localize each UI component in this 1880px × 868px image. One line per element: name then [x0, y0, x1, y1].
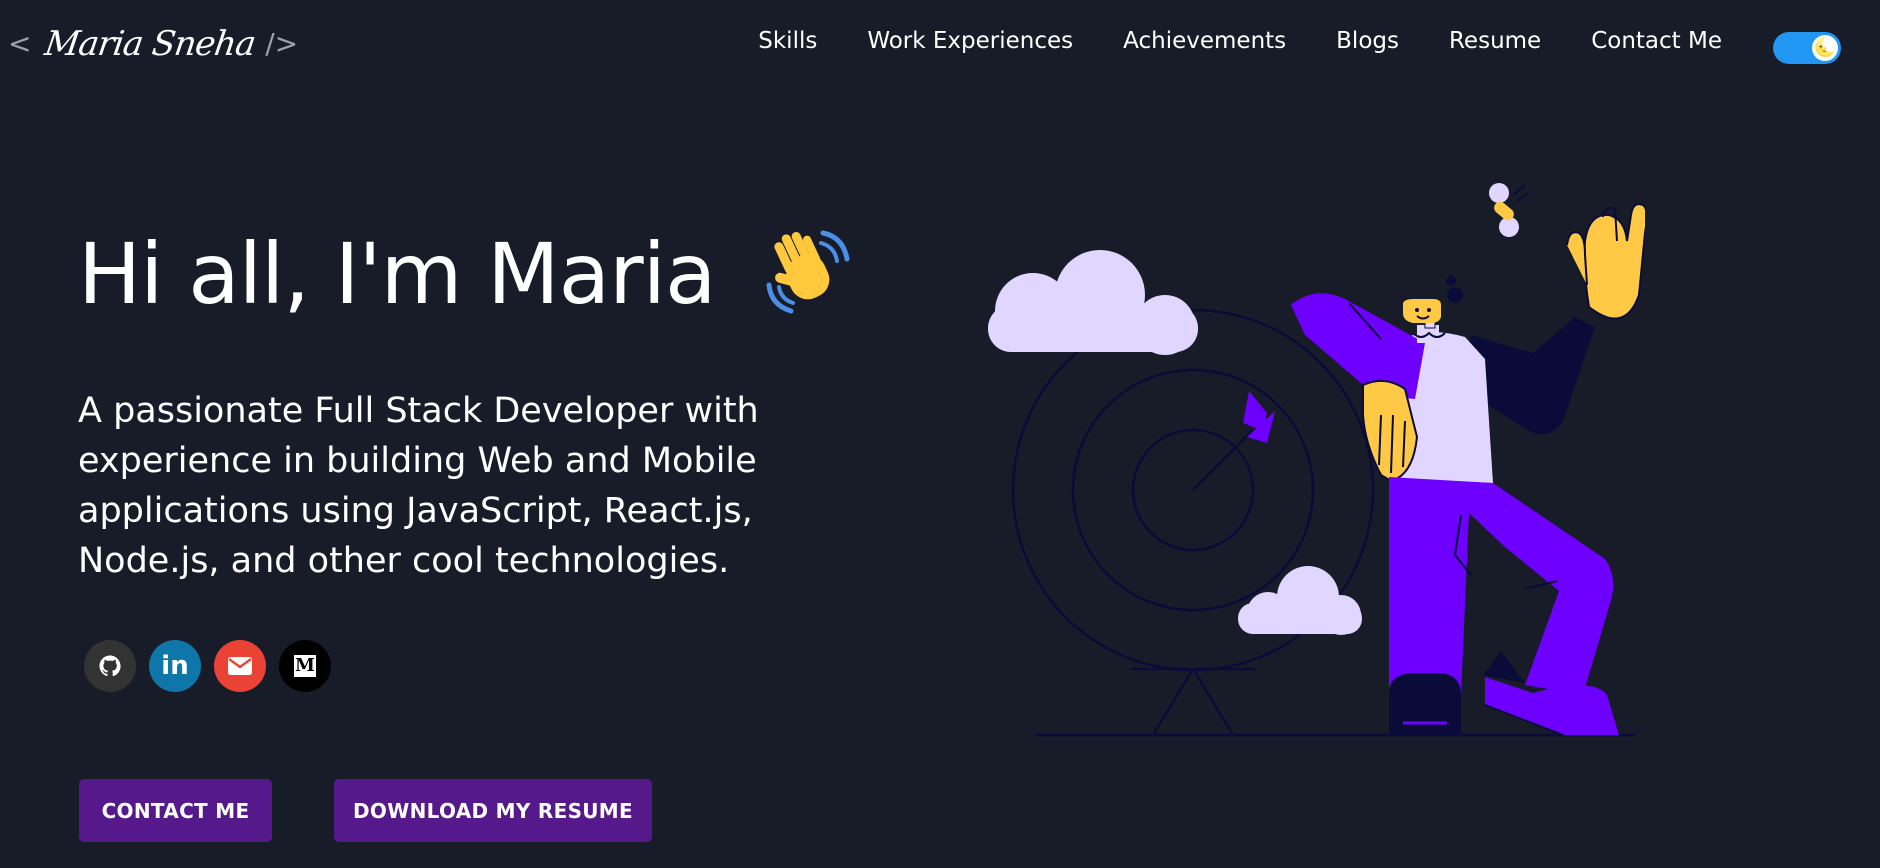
- developer-illustration: [988, 183, 1645, 737]
- nav-link-work-experiences[interactable]: Work Experiences: [867, 28, 1073, 54]
- nav-link-resume[interactable]: Resume: [1449, 28, 1541, 54]
- cloud-small-icon: [1238, 566, 1362, 635]
- hero-title: Hi all, I'm Maria: [78, 225, 853, 323]
- site-logo[interactable]: < Maria Sneha />: [8, 14, 298, 74]
- logo-open-bracket: <: [8, 27, 32, 60]
- nav-link-contact-me[interactable]: Contact Me: [1591, 28, 1722, 54]
- medium-icon: M: [294, 655, 316, 677]
- download-resume-button[interactable]: DOWNLOAD MY RESUME: [334, 779, 652, 842]
- waving-hand-icon: [766, 230, 850, 314]
- logo-signature: Maria Sneha: [42, 24, 259, 64]
- github-link[interactable]: [84, 640, 136, 692]
- hero-subtitle: A passionate Full Stack Developer with e…: [78, 391, 759, 581]
- mail-link[interactable]: [214, 640, 266, 692]
- nav-link-blogs[interactable]: Blogs: [1336, 28, 1399, 54]
- nav-link-achievements[interactable]: Achievements: [1123, 28, 1286, 54]
- medium-link[interactable]: M: [279, 640, 331, 692]
- site-header: < Maria Sneha /> Skills Work Experiences…: [0, 0, 1880, 92]
- contact-me-button[interactable]: CONTACT ME: [79, 779, 272, 842]
- logo-close-bracket: />: [265, 27, 299, 60]
- bee-icon: [1489, 183, 1530, 237]
- moon-icon: 🌜: [1812, 35, 1838, 61]
- theme-toggle[interactable]: 🌜: [1773, 32, 1841, 64]
- github-icon: [99, 655, 121, 677]
- social-links: in M: [84, 640, 344, 692]
- linkedin-icon: in: [161, 651, 189, 681]
- linkedin-link[interactable]: in: [149, 640, 201, 692]
- cloud-large-icon: [988, 250, 1198, 355]
- dart-icon: [1192, 391, 1275, 491]
- hero-title-text: Hi all, I'm Maria: [78, 225, 716, 323]
- nav-link-skills[interactable]: Skills: [758, 28, 817, 54]
- mail-icon: [228, 657, 252, 675]
- person-figure: [1291, 183, 1645, 736]
- main-nav: Skills Work Experiences Achievements Blo…: [708, 28, 1722, 54]
